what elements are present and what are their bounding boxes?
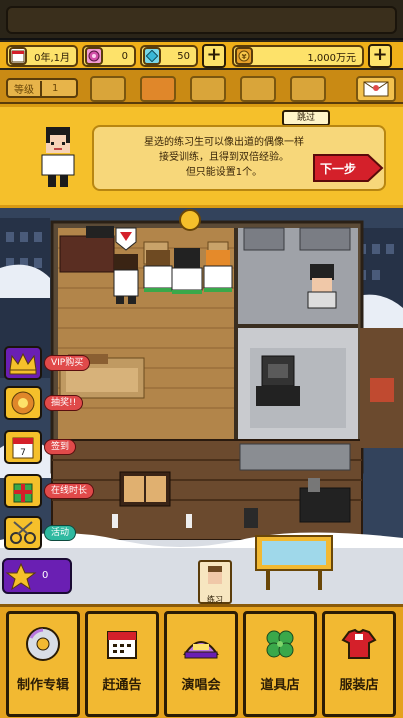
side-lottery-button[interactable]: 抽奖!! bbox=[4, 386, 94, 420]
tutorial-banner: 跳过 星选的练习生可以像出道的偶像一样 接受训练，且得到双倍经验。 但只能设置1… bbox=[0, 104, 403, 208]
nav-item-shop[interactable]: 道具店 bbox=[243, 611, 317, 717]
gem-value: 0 bbox=[121, 50, 128, 62]
side-vip-label: VIP购买 bbox=[44, 355, 91, 371]
tutorial-boy-character bbox=[41, 127, 75, 187]
add-money-button[interactable]: + bbox=[368, 44, 392, 68]
gem-counter: 0 bbox=[82, 45, 136, 67]
side-signin-button[interactable]: 7 签到 bbox=[4, 430, 94, 464]
side-event-button[interactable]: 活动 bbox=[4, 516, 94, 550]
side-lottery-label: 抽奖!! bbox=[44, 395, 84, 411]
level-display: 等级 1 bbox=[6, 78, 78, 98]
svg-text:¥: ¥ bbox=[242, 53, 247, 61]
lottery-icon bbox=[4, 386, 42, 420]
nav-item-shop-label: 道具店 bbox=[260, 678, 300, 693]
resource-bar: 0年,1月 0 50 + ¥ 1,000万元 + bbox=[0, 40, 403, 70]
diamond-counter: 50 bbox=[140, 45, 198, 67]
next-step-label: 下一步 bbox=[320, 162, 357, 176]
gift-icon bbox=[4, 474, 42, 508]
side-vip-button[interactable]: VIP购买 bbox=[4, 346, 94, 380]
nav-costume-shop-label: 服装店 bbox=[339, 678, 379, 693]
menu-slot-4[interactable] bbox=[240, 76, 276, 102]
menu-slot-3[interactable] bbox=[190, 76, 226, 102]
nav-make-album-label: 制作专辑 bbox=[16, 678, 69, 693]
coin-icon: ¥ bbox=[235, 47, 253, 65]
tutorial-line-1: 星选的练习生可以像出道的偶像一样 bbox=[144, 137, 304, 148]
tutorial-line-3: 但只能设置1个。 bbox=[185, 167, 263, 178]
side-online-gift-button[interactable]: 在线时长 bbox=[4, 474, 95, 508]
star-icon bbox=[5, 562, 37, 591]
cd-icon bbox=[26, 627, 60, 661]
scissors-icon bbox=[4, 516, 42, 550]
mail-button[interactable] bbox=[356, 76, 396, 102]
level-value: 1 bbox=[52, 82, 59, 94]
star-counter[interactable]: 0 bbox=[2, 558, 72, 594]
level-bar: 等级 1 bbox=[0, 70, 403, 104]
level-label: 等级 bbox=[8, 80, 42, 96]
trainee-portrait[interactable]: 练习 bbox=[198, 560, 232, 604]
nav-make-album[interactable]: 制作专辑 bbox=[6, 611, 80, 717]
menu-slot-1[interactable] bbox=[90, 76, 126, 102]
side-signin-label: 签到 bbox=[44, 439, 77, 455]
skip-button[interactable]: 跳过 bbox=[282, 110, 330, 126]
side-online-gift-label: 在线时长 bbox=[44, 483, 95, 499]
heart-mail-icon bbox=[363, 81, 389, 97]
side-event-label: 活动 bbox=[44, 525, 77, 541]
schedule-icon bbox=[107, 631, 137, 659]
svg-text:7: 7 bbox=[20, 448, 26, 458]
add-diamond-button[interactable]: + bbox=[202, 44, 226, 68]
top-bar bbox=[0, 0, 403, 40]
date-display: 0年,1月 bbox=[6, 45, 78, 67]
star-count: 0 bbox=[42, 570, 49, 581]
top-title-frame bbox=[6, 6, 397, 34]
nav-concert-label: 演唱会 bbox=[181, 678, 221, 693]
nav-costume-shop[interactable]: 服装店 bbox=[322, 611, 396, 717]
concert-icon bbox=[183, 641, 219, 659]
date-value: 0年,1月 bbox=[34, 52, 70, 64]
calendar-icon bbox=[9, 47, 27, 65]
calendar-icon: 7 bbox=[4, 430, 42, 464]
clover-icon bbox=[266, 630, 294, 658]
trainee-main bbox=[113, 254, 139, 304]
diamond-icon bbox=[143, 47, 161, 65]
tutorial-line-2: 接受训练，且得到双倍经验。 bbox=[159, 152, 289, 163]
diamond-value: 50 bbox=[177, 50, 190, 62]
pink-gem-icon bbox=[85, 47, 103, 65]
money-counter: ¥ 1,000万元 bbox=[232, 45, 364, 67]
trainee-face-icon bbox=[208, 566, 222, 584]
next-step-button[interactable]: 下一步 bbox=[312, 151, 384, 185]
shirt-icon bbox=[341, 628, 377, 659]
menu-slot-2[interactable] bbox=[140, 76, 176, 102]
nav-concert[interactable]: 演唱会 bbox=[164, 611, 238, 717]
bottom-nav: 制作专辑 赶通告 演唱会 道具店 服装店 bbox=[0, 604, 403, 718]
money-value: 1,000万元 bbox=[307, 52, 356, 64]
crown-icon bbox=[4, 346, 42, 380]
nav-schedule-label: 赶通告 bbox=[102, 678, 142, 693]
nav-schedule[interactable]: 赶通告 bbox=[85, 611, 159, 717]
menu-slot-5[interactable] bbox=[290, 76, 326, 102]
